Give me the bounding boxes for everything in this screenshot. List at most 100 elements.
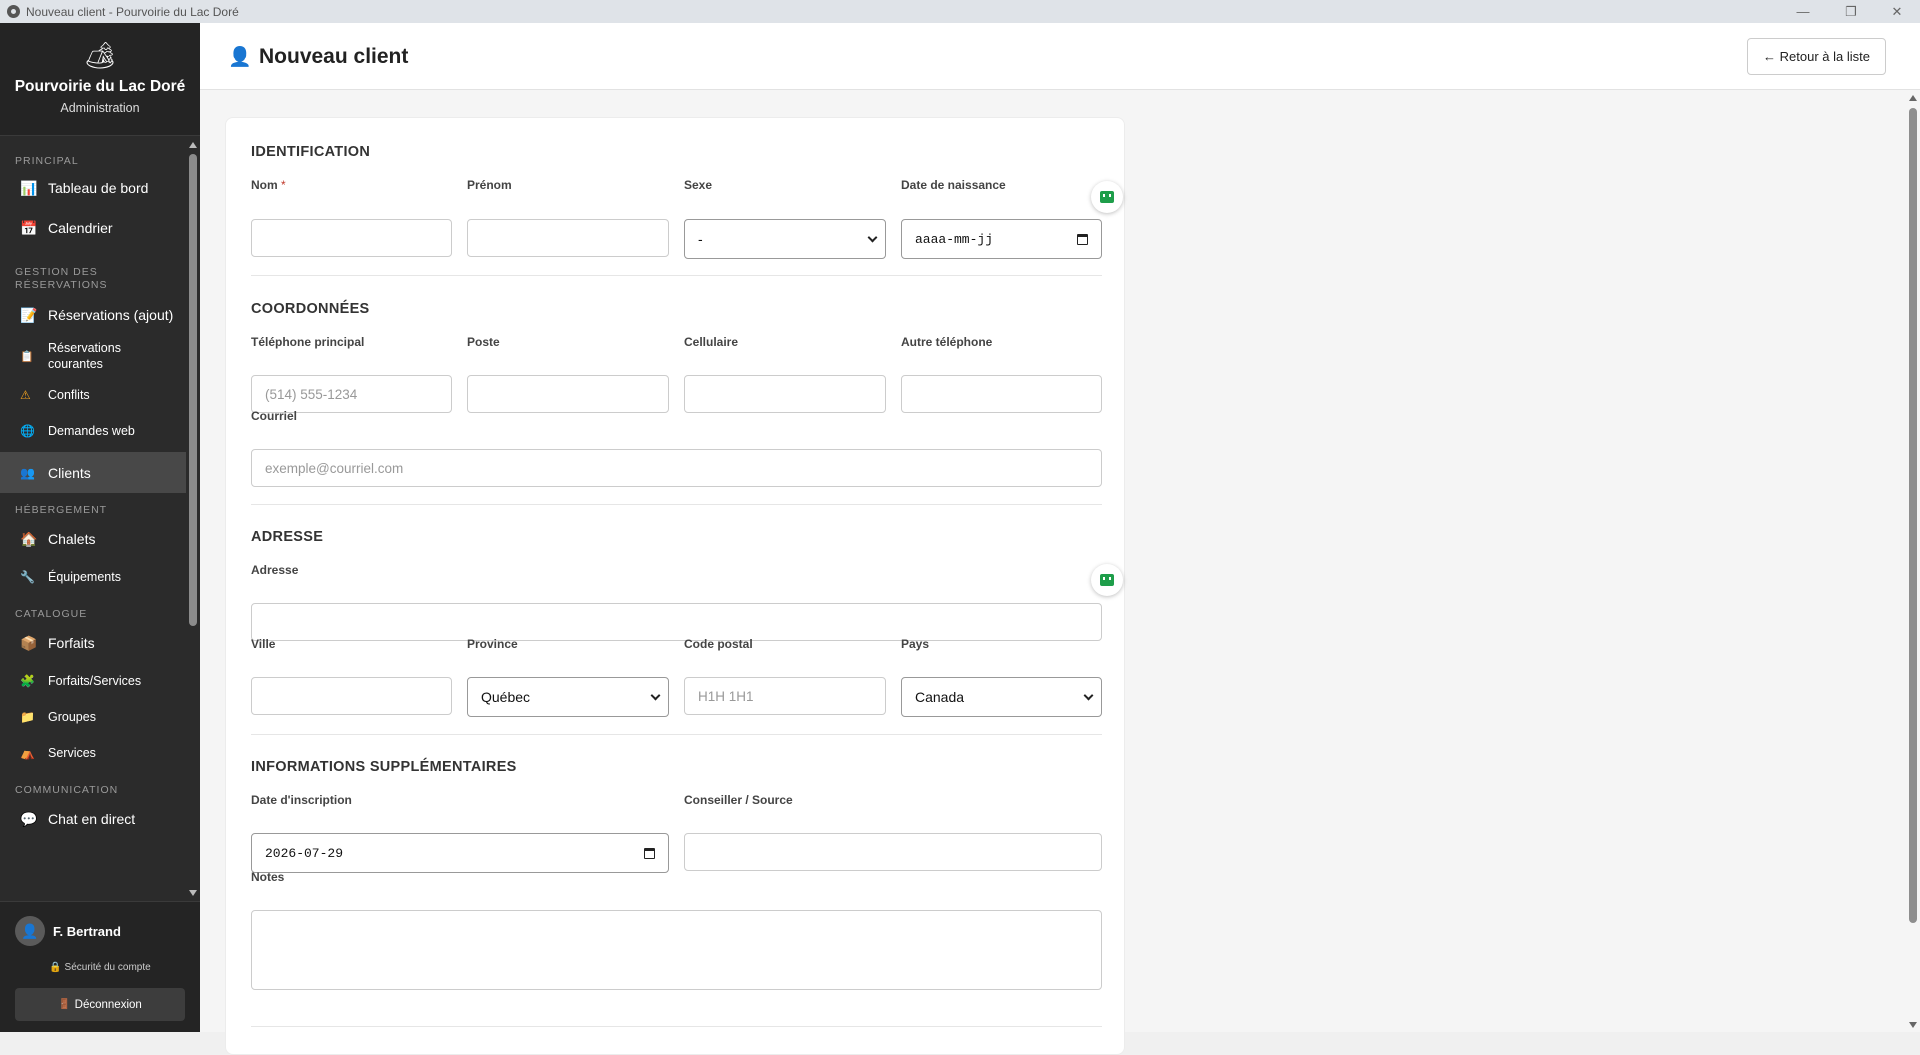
client-form: IDENTIFICATION Nom * Prénom Sexe - Date … — [225, 117, 1125, 1055]
ville-label: Ville — [251, 637, 276, 651]
sidebar-item-label: Forfaits/Services — [48, 674, 142, 688]
sidebar-item-label: Services — [48, 746, 96, 760]
sidebar-item-label: Calendrier — [48, 220, 113, 236]
pays-label: Pays — [901, 637, 930, 651]
door-icon: 🚪 — [58, 999, 71, 1010]
scroll-up-icon[interactable] — [189, 142, 197, 148]
logout-label: Déconnexion — [74, 998, 142, 1011]
logout-button[interactable]: 🚪 Déconnexion — [15, 988, 185, 1021]
assistant-bot-icon[interactable] — [1091, 181, 1123, 213]
conseiller-input[interactable] — [684, 833, 1102, 871]
user-panel: 👤 F. Bertrand 🔒 Sécurité du compte 🚪 Déc… — [0, 901, 200, 1032]
section-title-informations: INFORMATIONS SUPPLÉMENTAIRES — [251, 759, 517, 775]
sidebar-item-tableau-de-bord[interactable]: 📊 Tableau de bord — [0, 168, 200, 208]
sidebar-item-label: Réservations (ajout) — [48, 307, 174, 323]
sidebar-item-clients[interactable]: 👥 Clients — [0, 452, 200, 493]
poste-input[interactable] — [467, 375, 669, 413]
divider — [251, 1026, 1102, 1027]
page-title: Nouveau client — [259, 45, 409, 68]
sidebar-item-reservations-ajout[interactable]: 📝 Réservations (ajout) — [0, 295, 200, 335]
calendar-icon[interactable] — [1077, 234, 1088, 245]
user-name: F. Bertrand — [53, 924, 121, 939]
sidebar-nav: PRINCIPAL 📊 Tableau de bord 📅 Calendrier… — [0, 137, 200, 900]
sidebar-item-conflits[interactable]: ⚠ Conflits — [0, 377, 200, 413]
folder-icon: 📁 — [20, 710, 35, 724]
scroll-down-icon[interactable] — [189, 890, 197, 896]
logo-icon: 🏕 — [83, 40, 117, 70]
naissance-label: Date de naissance — [901, 178, 1006, 192]
poste-label: Poste — [467, 335, 500, 349]
scrollbar-thumb[interactable] — [189, 154, 197, 626]
scroll-up-icon[interactable] — [1909, 95, 1917, 101]
section-catalogue: CATALOGUE — [15, 608, 88, 620]
minimize-icon[interactable]: — — [1780, 0, 1826, 23]
sidebar-item-equipements[interactable]: 🔧 Équipements — [0, 559, 200, 595]
code-postal-input[interactable]: H1H 1H1 — [684, 677, 886, 715]
main-content: 👤 Nouveau client ← Retour à la liste IDE… — [200, 23, 1920, 1055]
nom-input[interactable] — [251, 219, 452, 257]
scrollbar-thumb[interactable] — [1909, 108, 1917, 923]
sidebar-item-services[interactable]: ⛺ Services — [0, 735, 200, 771]
window-title: Nouveau client - Pourvoirie du Lac Doré — [26, 4, 239, 19]
sidebar-item-chalets[interactable]: 🏠 Chalets — [0, 519, 200, 559]
required-mark: * — [281, 178, 286, 192]
courriel-placeholder: exemple@courriel.com — [265, 460, 404, 476]
users-icon: 👥 — [20, 465, 35, 480]
sidebar-item-forfaits[interactable]: 📦 Forfaits — [0, 623, 200, 663]
main-scrollbar[interactable] — [1906, 90, 1920, 1032]
sidebar-item-reservations-courantes[interactable]: 📋 Réservations courantes — [0, 335, 200, 377]
chart-icon: 📊 — [20, 179, 38, 196]
notes-textarea[interactable] — [251, 910, 1102, 990]
user-icon: 👤 — [228, 47, 252, 68]
section-communication: COMMUNICATION — [15, 784, 119, 796]
prenom-input[interactable] — [467, 219, 669, 257]
ville-input[interactable] — [251, 677, 452, 715]
sidebar-item-label: Conflits — [48, 388, 90, 402]
chevron-down-icon — [650, 690, 661, 701]
restore-icon[interactable]: ❐ — [1828, 0, 1874, 23]
memo-icon: 📝 — [20, 306, 38, 323]
avatar[interactable]: 👤 — [15, 916, 45, 946]
inscription-date-input[interactable]: 2026-07-29 — [251, 833, 669, 873]
sidebar-item-chat[interactable]: 💬 Chat en direct — [0, 799, 200, 839]
clipboard-icon: 📋 — [20, 350, 34, 363]
divider — [251, 504, 1102, 505]
sidebar-item-label: Groupes — [48, 710, 96, 724]
sidebar-item-demandes-web[interactable]: 🌐 Demandes web — [0, 413, 200, 449]
calendar-icon[interactable] — [644, 848, 655, 859]
courriel-input[interactable]: exemple@courriel.com — [251, 449, 1102, 487]
sidebar-item-label: Tableau de bord — [48, 180, 149, 196]
province-select[interactable]: Québec — [467, 677, 669, 717]
account-security-link[interactable]: 🔒 Sécurité du compte — [0, 962, 200, 973]
page-header: 👤 Nouveau client ← Retour à la liste — [200, 23, 1920, 90]
inscription-value: 2026-07-29 — [265, 845, 344, 861]
sidebar-item-calendrier[interactable]: 📅 Calendrier — [0, 208, 200, 248]
divider — [251, 734, 1102, 735]
scroll-down-icon[interactable] — [1909, 1022, 1917, 1028]
sexe-select[interactable]: - — [684, 219, 886, 259]
pays-select[interactable]: Canada — [901, 677, 1102, 717]
sidebar-item-groupes[interactable]: 📁 Groupes — [0, 699, 200, 735]
assistant-bot-icon[interactable] — [1091, 564, 1123, 596]
naissance-placeholder: aaaa-mm-jj — [915, 231, 994, 247]
autre-telephone-input[interactable] — [901, 375, 1102, 413]
sidebar-item-label: Réservations courantes — [48, 341, 121, 371]
province-label: Province — [467, 637, 518, 651]
sidebar-scrollbar[interactable] — [186, 137, 200, 900]
puzzle-icon: 🧩 — [20, 674, 35, 688]
close-icon[interactable]: ✕ — [1874, 0, 1920, 23]
globe-icon: 🌐 — [20, 424, 35, 438]
cellulaire-label: Cellulaire — [684, 335, 739, 349]
wrench-icon: 🔧 — [20, 570, 35, 584]
back-to-list-button[interactable]: ← Retour à la liste — [1747, 38, 1886, 75]
inscription-label: Date d'inscription — [251, 793, 352, 807]
lock-icon: 🔒 — [49, 962, 62, 973]
sidebar-item-forfaits-services[interactable]: 🧩 Forfaits/Services — [0, 663, 200, 699]
naissance-date-input[interactable]: aaaa-mm-jj — [901, 219, 1102, 259]
adresse-input[interactable] — [251, 603, 1102, 641]
cellulaire-input[interactable] — [684, 375, 886, 413]
app-icon — [7, 5, 20, 18]
sidebar-item-label: Équipements — [48, 570, 121, 584]
telephone-input[interactable]: (514) 555-1234 — [251, 375, 452, 413]
adresse-label: Adresse — [251, 563, 299, 577]
